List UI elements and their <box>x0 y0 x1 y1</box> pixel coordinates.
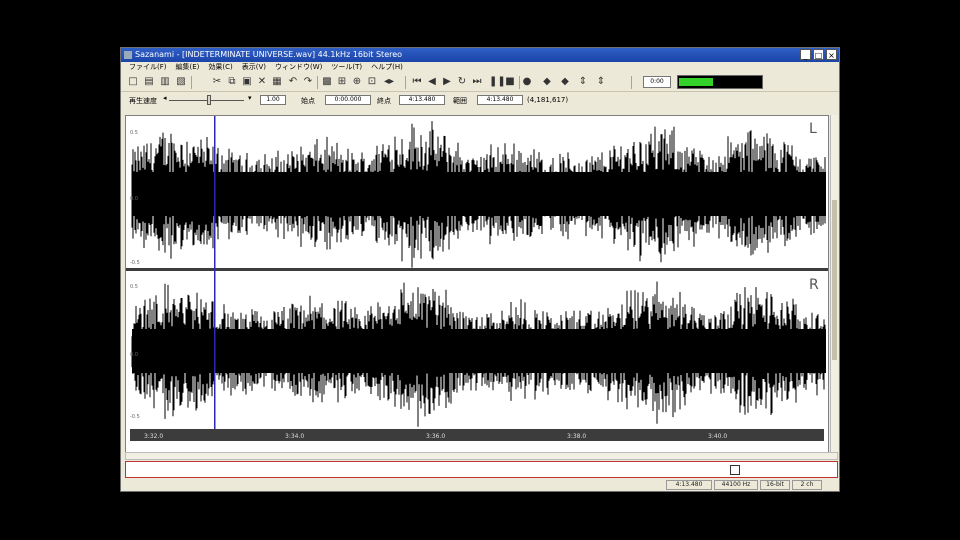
amplitude-scale-label: 0.0 <box>130 196 138 202</box>
position-display: 0:00 <box>643 76 671 88</box>
menu-help[interactable]: ヘルプ(H) <box>371 62 403 73</box>
speed-down-icon[interactable]: ◂ <box>163 94 167 102</box>
waveform-svg[interactable]: 3:32.0 3:34.0 3:36.0 3:38.0 3:40.0 0.5 0.0 -0.… <box>126 116 828 452</box>
level-meter-fill <box>679 78 713 86</box>
undo-icon[interactable]: ↶ <box>287 76 299 88</box>
open-file-icon[interactable]: ▤ <box>143 76 155 88</box>
zoom-fit-icon[interactable]: ⊞ <box>336 76 348 88</box>
vertical-scrollbar[interactable] <box>830 115 838 453</box>
menu-window[interactable]: ウィンドウ(W) <box>275 62 322 73</box>
menu-bar: ファイル(F) 編集(E) 効果(C) 表示(V) ウィンドウ(W) ツール(T… <box>121 62 839 73</box>
copy-icon[interactable]: ⧉ <box>226 76 238 88</box>
delete-icon[interactable]: ✕ <box>256 76 268 88</box>
zoom-select-icon[interactable]: ⊡ <box>366 76 378 88</box>
status-bit-depth: 16-bit <box>760 480 790 490</box>
timeline-label: 3:40.0 <box>708 433 727 440</box>
menu-view[interactable]: 表示(V) <box>242 62 266 73</box>
status-sample-rate: 44100 Hz <box>714 480 758 490</box>
toolbar: □ ▤ ▥ ▧ ✂ ⧉ ▣ ✕ ▦ ↶ ↷ ▩ ⊞ ⊕ ⊡ ◂▸ ⏮ ◀ ▶ ↻ ⏭ ❚❚ ■ ● ◆ ◆ ⇕ ⇕ 0:00 <box>121 73 839 92</box>
range-field[interactable]: 4:13.480 <box>477 95 523 105</box>
title-bar[interactable]: Sazanami - [INDETERMINATE UNIVERSE.wav] … <box>121 48 839 62</box>
status-bar: 4:13.480 44100 Hz 16-bit 2 ch <box>121 479 839 491</box>
scroll-up-down-icon[interactable]: ⇕ <box>577 76 589 88</box>
level-meter <box>677 75 763 89</box>
maximize-button[interactable]: □ <box>813 49 824 60</box>
amplitude-scale-label: 0.0 <box>130 352 138 358</box>
window-title: Sazanami - [INDETERMINATE UNIVERSE.wav] … <box>135 50 403 59</box>
stop-icon[interactable]: ■ <box>504 76 516 88</box>
pause-icon[interactable]: ❚❚ <box>489 76 506 88</box>
waveform-view[interactable]: 3:32.0 3:34.0 3:36.0 3:38.0 3:40.0 0.5 0.0 -0.… <box>125 115 829 453</box>
app-icon <box>124 51 132 59</box>
timeline-label: 3:32.0 <box>144 433 163 440</box>
overview-view-marker[interactable] <box>730 465 740 475</box>
zoom-in-icon[interactable]: ⊕ <box>351 76 363 88</box>
select-all-icon[interactable]: ▩ <box>321 76 333 88</box>
marker-icon[interactable]: ◆ <box>559 76 571 88</box>
menu-tools[interactable]: ツール(T) <box>331 62 362 73</box>
timeline-label: 3:38.0 <box>567 433 586 440</box>
close-button[interactable]: × <box>826 49 837 60</box>
app-window: Sazanami - [INDETERMINATE UNIVERSE.wav] … <box>120 47 840 492</box>
toolbar-separator <box>405 76 406 89</box>
menu-edit[interactable]: 編集(E) <box>176 62 200 73</box>
speed-label: 再生速度 <box>129 97 157 105</box>
rewind-icon[interactable]: ◀ <box>426 76 438 88</box>
waveform-right-path-core <box>132 329 826 373</box>
start-field[interactable]: 0:00.000 <box>325 95 371 105</box>
toolbar-separator <box>191 76 192 89</box>
save-as-icon[interactable]: ▧ <box>175 76 187 88</box>
playback-cursor <box>214 116 216 429</box>
menu-file[interactable]: ファイル(F) <box>129 62 167 73</box>
horizontal-scrollbar[interactable] <box>125 452 838 460</box>
play-icon[interactable]: ▶ <box>441 76 453 88</box>
redo-icon[interactable]: ↷ <box>302 76 314 88</box>
vertical-scroll-thumb[interactable] <box>832 200 837 360</box>
new-file-icon[interactable]: □ <box>127 76 139 88</box>
amplitude-scale-label: -0.5 <box>130 414 140 420</box>
channel-divider <box>126 268 828 271</box>
vertical-zoom-icon[interactable]: ⇕ <box>595 76 607 88</box>
cut-icon[interactable]: ✂ <box>211 76 223 88</box>
channel-label-left: L <box>809 121 817 137</box>
amplitude-scale-label: 0.5 <box>130 284 138 290</box>
sample-count: (4,181,617) <box>527 96 569 104</box>
toolbar-separator <box>317 76 318 89</box>
start-label: 始点 <box>301 97 315 105</box>
amplitude-scale-label: 0.5 <box>130 130 138 136</box>
jump-icon[interactable]: ◆ <box>541 76 553 88</box>
speed-slider-thumb[interactable] <box>207 95 211 105</box>
overview-navigator[interactable] <box>125 461 838 478</box>
rewind-start-icon[interactable]: ⏮ <box>411 76 423 88</box>
channel-label-right: R <box>809 277 819 293</box>
zoom-out-icon[interactable]: ◂▸ <box>383 76 395 88</box>
timeline-label: 3:36.0 <box>426 433 445 440</box>
speed-dropdown-icon[interactable]: ▾ <box>248 94 252 102</box>
end-field[interactable]: 4:13.480 <box>399 95 445 105</box>
amplitude-scale-label: -0.5 <box>130 260 140 266</box>
fast-forward-icon[interactable]: ⏭ <box>471 76 483 88</box>
record-icon[interactable]: ● <box>521 76 533 88</box>
range-label: 範囲 <box>453 97 467 105</box>
menu-effects[interactable]: 効果(C) <box>208 62 232 73</box>
toolbar-separator <box>631 76 632 89</box>
save-icon[interactable]: ▥ <box>159 76 171 88</box>
paste-icon[interactable]: ▣ <box>241 76 253 88</box>
end-label: 終点 <box>377 97 391 105</box>
minimize-button[interactable]: _ <box>800 49 811 60</box>
mix-paste-icon[interactable]: ▦ <box>271 76 283 88</box>
play-loop-icon[interactable]: ↻ <box>456 76 468 88</box>
waveform-left-path-core <box>132 172 826 216</box>
window-controls: _ □ × <box>800 49 837 60</box>
timeline-label: 3:34.0 <box>285 433 304 440</box>
speed-bar: 再生速度 ◂ ▾ 1.00 始点 0:00.000 終点 4:13.480 範囲… <box>121 92 839 108</box>
status-length: 4:13.480 <box>666 480 712 490</box>
speed-value[interactable]: 1.00 <box>260 95 286 105</box>
toolbar-separator <box>519 76 520 89</box>
status-channels: 2 ch <box>792 480 822 490</box>
